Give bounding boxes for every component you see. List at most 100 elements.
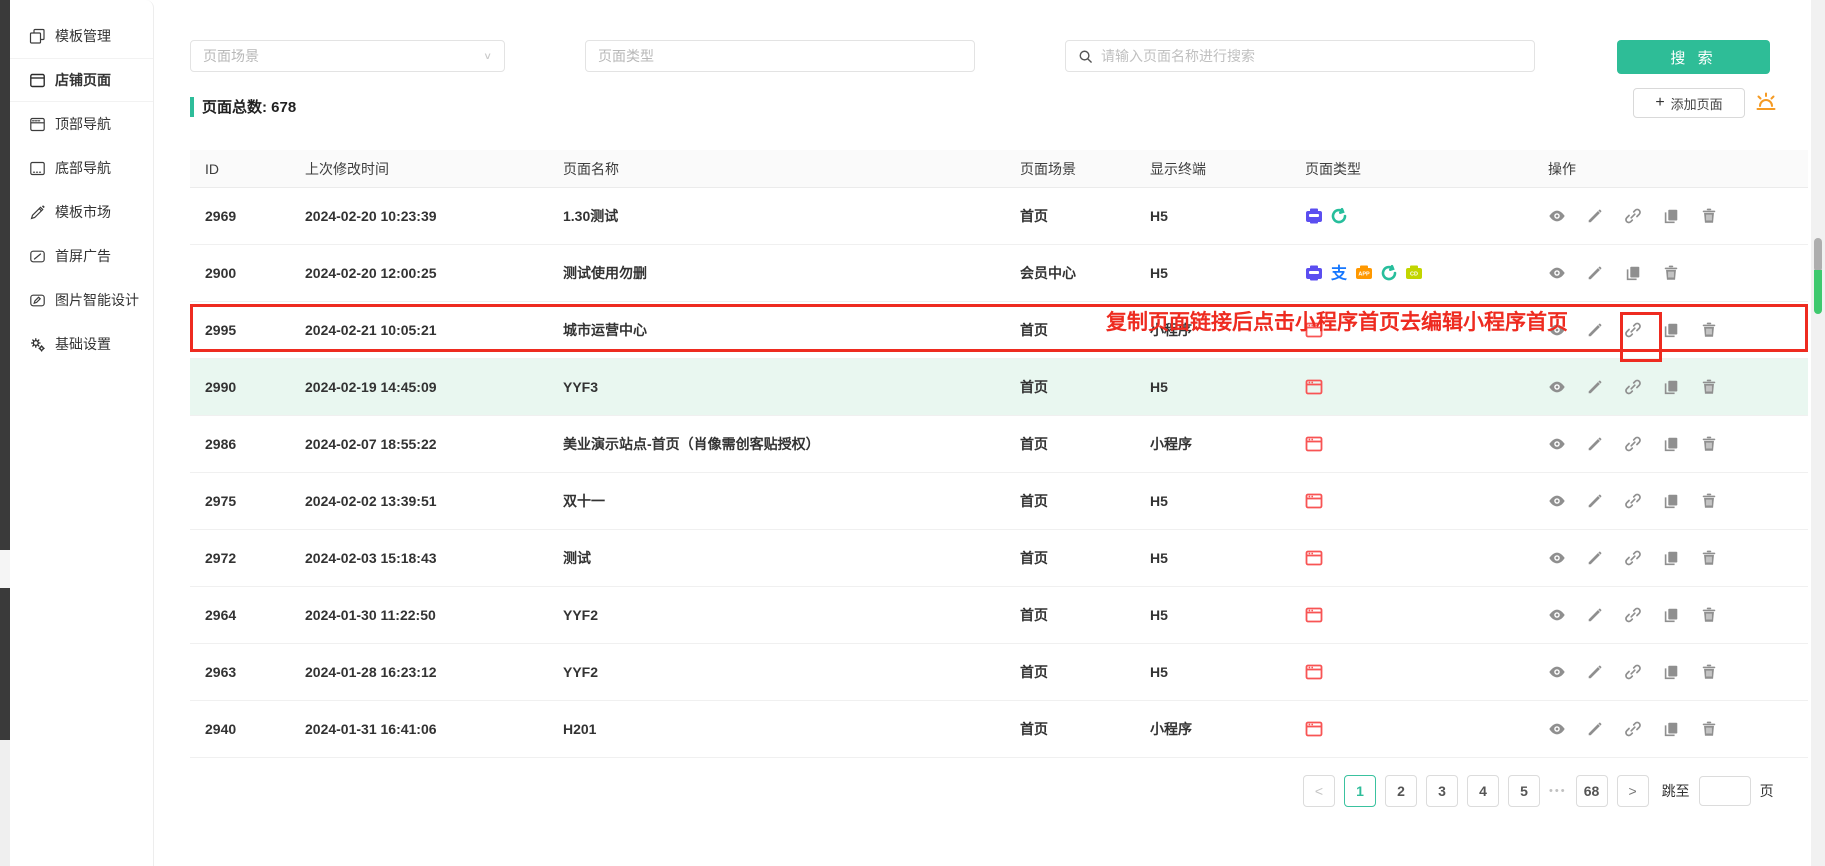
cell-page-scene: 首页 [1020, 320, 1150, 340]
copy-icon[interactable] [1662, 492, 1680, 510]
sidebar-item-bottom-nav[interactable]: 底部导航 [10, 146, 153, 190]
cell-modified-time: 2024-02-02 13:39:51 [305, 493, 563, 509]
cell-modified-time: 2024-02-20 10:23:39 [305, 208, 563, 224]
page-type-select[interactable]: 页面类型 [585, 40, 975, 72]
link-icon[interactable] [1624, 321, 1642, 339]
delete-icon[interactable] [1700, 207, 1718, 225]
edit-icon[interactable] [1586, 663, 1604, 681]
edit-icon[interactable] [1586, 264, 1604, 282]
page-scene-select[interactable]: 页面场景 ∨ [190, 40, 505, 72]
cell-page-type-icons [1305, 378, 1548, 396]
cell-row-actions [1548, 492, 1808, 510]
red-page-icon [1305, 321, 1323, 339]
edge-dark-segment [0, 0, 10, 550]
edit-icon[interactable] [1586, 207, 1604, 225]
sidebar-item-store-page[interactable]: 店铺页面 [10, 58, 153, 102]
page-name-search-input[interactable]: 请输入页面名称进行搜索 [1065, 40, 1535, 72]
cell-row-actions [1548, 207, 1808, 225]
page-button-2[interactable]: 2 [1385, 775, 1417, 807]
view-icon[interactable] [1548, 378, 1566, 396]
copy-icon[interactable] [1662, 207, 1680, 225]
view-icon[interactable] [1548, 663, 1566, 681]
vertical-scrollbar[interactable] [1811, 0, 1825, 866]
cell-page-type-icons [1305, 549, 1548, 567]
link-icon[interactable] [1624, 720, 1642, 738]
cell-page-scene: 首页 [1020, 719, 1150, 739]
link-icon[interactable] [1624, 663, 1642, 681]
edit-icon[interactable] [1586, 435, 1604, 453]
edit-icon[interactable] [1586, 720, 1604, 738]
page-button-4[interactable]: 4 [1467, 775, 1499, 807]
view-icon[interactable] [1548, 606, 1566, 624]
table-row: 2900 2024-02-20 12:00:25 测试使用勿删 会员中心 H5 … [190, 245, 1808, 302]
jump-page-input[interactable] [1699, 776, 1751, 806]
search-button[interactable]: 搜 索 [1617, 40, 1770, 74]
delete-icon[interactable] [1700, 492, 1718, 510]
copy-icon[interactable] [1624, 264, 1642, 282]
siren-icon[interactable] [1753, 89, 1779, 115]
sidebar-item-top-nav[interactable]: 顶部导航 [10, 102, 153, 146]
templates-icon [29, 28, 46, 45]
delete-icon[interactable] [1662, 264, 1680, 282]
sidebar-item-smart-design[interactable]: 图片智能设计 [10, 278, 153, 322]
svg-text:APP: APP [1358, 272, 1370, 278]
lime-app-icon: CD [1405, 264, 1423, 282]
pagination-ellipsis[interactable]: ••• [1549, 785, 1567, 797]
view-icon[interactable] [1548, 549, 1566, 567]
edit-icon[interactable] [1586, 549, 1604, 567]
next-page-button[interactable]: > [1617, 775, 1649, 807]
view-icon[interactable] [1548, 435, 1566, 453]
page-button-5[interactable]: 5 [1508, 775, 1540, 807]
link-icon[interactable] [1624, 435, 1642, 453]
delete-icon[interactable] [1700, 663, 1718, 681]
page-button-1[interactable]: 1 [1344, 775, 1376, 807]
link-icon[interactable] [1624, 378, 1642, 396]
edit-icon[interactable] [1586, 606, 1604, 624]
copy-icon[interactable] [1662, 606, 1680, 624]
copy-icon[interactable] [1662, 720, 1680, 738]
cell-row-actions [1548, 264, 1808, 282]
add-page-button[interactable]: + 添加页面 [1633, 88, 1745, 118]
delete-icon[interactable] [1700, 378, 1718, 396]
cell-page-name: 测试使用勿删 [563, 263, 1020, 283]
cell-page-name: 测试 [563, 548, 1020, 568]
edit-icon[interactable] [1586, 378, 1604, 396]
edit-icon[interactable] [1586, 492, 1604, 510]
view-icon[interactable] [1548, 264, 1566, 282]
prev-page-button[interactable]: < [1303, 775, 1335, 807]
cell-row-actions [1548, 663, 1808, 681]
copy-icon[interactable] [1662, 378, 1680, 396]
sidebar-item-settings[interactable]: 基础设置 [10, 322, 153, 366]
cell-row-actions [1548, 378, 1808, 396]
view-icon[interactable] [1548, 492, 1566, 510]
link-icon[interactable] [1624, 207, 1642, 225]
copy-icon[interactable] [1662, 435, 1680, 453]
sidebar-item-templates[interactable]: 模板管理 [10, 14, 153, 58]
copy-icon[interactable] [1662, 321, 1680, 339]
page-button-last[interactable]: 68 [1576, 775, 1608, 807]
cell-page-type-icons [1305, 663, 1548, 681]
edit-icon[interactable] [1586, 321, 1604, 339]
copy-icon[interactable] [1662, 549, 1680, 567]
delete-icon[interactable] [1700, 549, 1718, 567]
cell-page-type-icons [1305, 435, 1548, 453]
cell-display-terminal: 小程序 [1150, 719, 1305, 739]
cell-page-name: 城市运营中心 [563, 320, 1020, 340]
view-icon[interactable] [1548, 720, 1566, 738]
delete-icon[interactable] [1700, 606, 1718, 624]
cell-page-name: 双十一 [563, 491, 1020, 511]
sidebar-item-banner-ad[interactable]: 首屏广告 [10, 234, 153, 278]
link-icon[interactable] [1624, 606, 1642, 624]
link-icon[interactable] [1624, 492, 1642, 510]
delete-icon[interactable] [1700, 435, 1718, 453]
link-icon[interactable] [1624, 549, 1642, 567]
copy-icon[interactable] [1662, 663, 1680, 681]
sidebar-item-market[interactable]: 模板市场 [10, 190, 153, 234]
view-icon[interactable] [1548, 207, 1566, 225]
delete-icon[interactable] [1700, 720, 1718, 738]
view-icon[interactable] [1548, 321, 1566, 339]
pagination: < 1 2 3 4 5 ••• 68 > 跳至 页 [1303, 775, 1774, 807]
page-button-3[interactable]: 3 [1426, 775, 1458, 807]
scrollbar-thumb[interactable] [1814, 238, 1822, 272]
delete-icon[interactable] [1700, 321, 1718, 339]
